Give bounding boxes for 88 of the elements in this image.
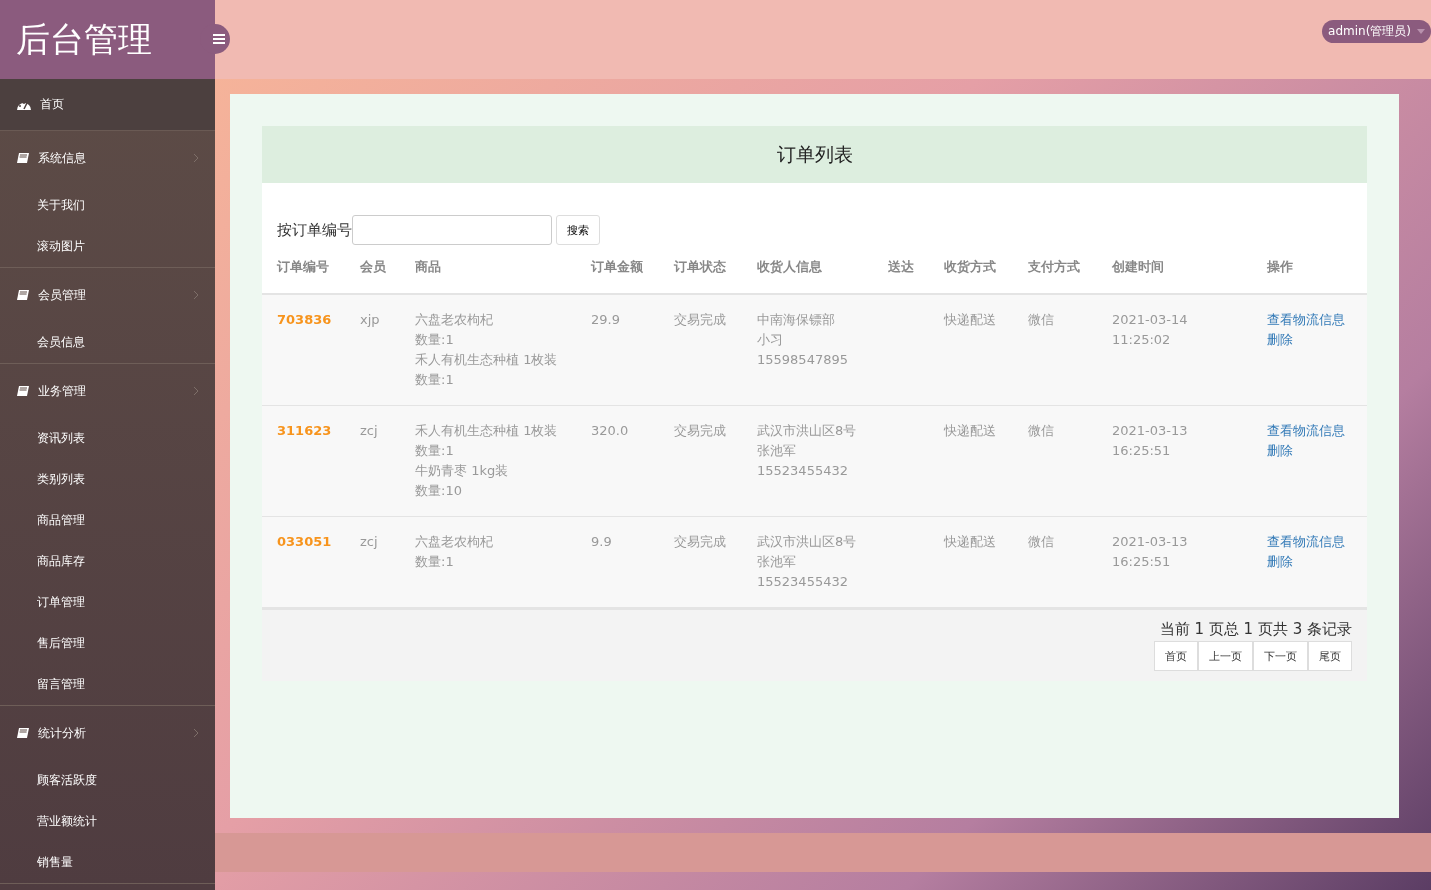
receiver-line: 武汉市洪山区8号 — [757, 533, 858, 551]
user-menu[interactable]: admin(管理员) — [1322, 20, 1431, 43]
nav-item[interactable]: 销售量 — [0, 842, 215, 883]
nav-item[interactable]: 资讯列表 — [0, 418, 215, 459]
timestamp-line: 2021-03-13 — [1112, 422, 1189, 440]
goods-line: 数量:1 — [415, 553, 455, 571]
page-button[interactable]: 下一页 — [1253, 641, 1308, 671]
goods-line: 数量:1 — [415, 442, 455, 460]
receiver-line: 武汉市洪山区8号 — [757, 422, 858, 440]
nav-group[interactable]: 统计分析 — [0, 706, 215, 760]
table-cell: 9.9 — [576, 516, 659, 608]
nav-group[interactable]: 会员管理 — [0, 268, 215, 322]
timestamp-line: 16:25:51 — [1112, 553, 1172, 571]
brand-title: 后台管理 — [16, 17, 152, 61]
table-cell: 29.9 — [576, 294, 659, 406]
table-cell: 320.0 — [576, 405, 659, 517]
table-cell: 快递配送 — [929, 405, 1013, 517]
page-button[interactable]: 上一页 — [1198, 641, 1253, 671]
receiver-line: 张池军 — [757, 553, 797, 571]
nav-item[interactable]: 营业额统计 — [0, 801, 215, 842]
table-cell: 微信 — [1013, 405, 1097, 517]
action-link[interactable]: 查看物流信息 — [1267, 310, 1367, 330]
table-cell: zcj — [345, 405, 400, 517]
order-number: 703836 — [277, 312, 332, 327]
nav-item[interactable]: 商品管理 — [0, 500, 215, 541]
nav-item[interactable]: 会员信息 — [0, 322, 215, 363]
table-cell: 微信 — [1013, 516, 1097, 608]
receiver-line: 15598547895 — [757, 351, 849, 369]
order-number: 311623 — [277, 423, 332, 438]
order-number: 033051 — [277, 534, 332, 549]
receiver-line: 小习 — [757, 331, 784, 349]
action-link[interactable]: 删除 — [1267, 441, 1367, 461]
action-link[interactable]: 删除 — [1267, 330, 1367, 350]
goods-line: 数量:1 — [415, 331, 455, 349]
nav-item[interactable]: 售后管理 — [0, 623, 215, 664]
nav-group[interactable]: 系统信息 — [0, 131, 215, 185]
nav-item[interactable]: 首页 — [0, 79, 215, 131]
pagination-summary: 当前 1 页总 1 页共 3 条记录 — [1159, 620, 1352, 639]
timestamp-line: 11:25:02 — [1112, 331, 1172, 349]
nav-group[interactable]: 业务管理 — [0, 364, 215, 418]
caret-icon — [1417, 29, 1425, 34]
page-button[interactable]: 首页 — [1154, 641, 1198, 671]
page-button[interactable]: 尾页 — [1308, 641, 1352, 671]
panel-title: 订单列表 — [776, 141, 853, 167]
nav-item[interactable]: 顾客活跃度 — [0, 760, 215, 801]
table-cell: 快递配送 — [929, 294, 1013, 406]
search-label: 按订单编号 — [277, 220, 352, 240]
book-icon — [16, 152, 30, 164]
goods-line: 数量:10 — [415, 482, 463, 500]
goods-line: 禾人有机生态种植 1枚装 — [415, 422, 559, 440]
table-cell: zcj — [345, 516, 400, 608]
table-cell: xjp — [345, 294, 400, 406]
nav-item[interactable]: 类别列表 — [0, 459, 215, 500]
receiver-line: 15523455432 — [757, 462, 849, 480]
search-button[interactable]: 搜索 — [556, 215, 600, 245]
chevron-icon — [193, 290, 199, 300]
chevron-icon — [193, 153, 199, 163]
timestamp-line: 2021-03-14 — [1112, 311, 1189, 329]
chevron-icon — [193, 728, 199, 738]
table-cell: 交易完成 — [659, 405, 742, 517]
action-link[interactable]: 查看物流信息 — [1267, 532, 1367, 552]
table-cell: 快递配送 — [929, 516, 1013, 608]
timestamp-line: 16:25:51 — [1112, 442, 1172, 460]
action-link[interactable]: 删除 — [1267, 552, 1367, 572]
goods-line: 禾人有机生态种植 1枚装 — [415, 351, 559, 369]
nav-item[interactable]: 关于我们 — [0, 185, 215, 226]
goods-line: 牛奶青枣 1kg装 — [415, 462, 510, 480]
nav-item[interactable]: 留言管理 — [0, 664, 215, 705]
nav-item[interactable]: 商品库存 — [0, 541, 215, 582]
table-cell: 交易完成 — [659, 294, 742, 406]
table-cell: 微信 — [1013, 294, 1097, 406]
receiver-line: 张池军 — [757, 442, 797, 460]
goods-line: 数量:1 — [415, 371, 455, 389]
menu-icon — [213, 34, 225, 44]
table-cell: 交易完成 — [659, 516, 742, 608]
book-icon — [16, 289, 30, 301]
receiver-line: 15523455432 — [757, 573, 849, 591]
nav-item[interactable]: 滚动图片 — [0, 226, 215, 267]
book-icon — [16, 727, 30, 739]
book-icon — [16, 385, 30, 397]
goods-line: 六盘老农枸杞 — [415, 311, 494, 329]
nav-item[interactable]: 订单管理 — [0, 582, 215, 623]
chevron-icon — [193, 386, 199, 396]
receiver-line: 中南海保镖部 — [757, 311, 836, 329]
search-field[interactable] — [352, 215, 552, 245]
timestamp-line: 2021-03-13 — [1112, 533, 1189, 551]
action-link[interactable]: 查看物流信息 — [1267, 421, 1367, 441]
goods-line: 六盘老农枸杞 — [415, 533, 494, 551]
